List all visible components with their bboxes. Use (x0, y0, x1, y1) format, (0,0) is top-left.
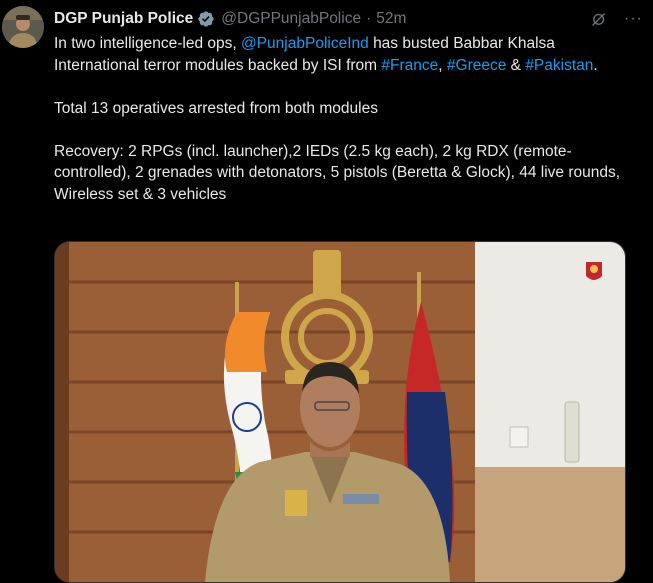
author-handle[interactable]: @DGPPunjabPolice (221, 10, 361, 28)
author-avatar[interactable] (2, 6, 44, 48)
tweet-header: DGP Punjab Police @DGPPunjabPolice · 52m… (54, 9, 643, 29)
video-frame-image (55, 242, 625, 582)
tweet-timestamp[interactable]: 52m (376, 10, 406, 28)
comma: , (438, 56, 443, 74)
tweet-text: In two intelligence-led ops, @PunjabPoli… (54, 33, 639, 205)
tweet-video[interactable] (54, 241, 626, 583)
author-name[interactable]: DGP Punjab Police (54, 10, 193, 28)
hashtag-greece[interactable]: #Greece (447, 57, 506, 74)
tweet-text-arrests: Total 13 operatives arrested from both m… (54, 99, 378, 117)
tweet-text-recovery: Recovery: 2 RPGs (incl. launcher),2 IEDs… (54, 142, 621, 203)
ampersand: & (510, 56, 521, 74)
hashtag-pakistan[interactable]: #Pakistan (525, 57, 593, 74)
grok-icon[interactable] (590, 10, 608, 28)
period: . (593, 56, 598, 74)
separator-dot: · (366, 10, 372, 27)
more-options-icon[interactable]: ··· (624, 10, 643, 28)
verified-badge-icon[interactable] (197, 10, 215, 28)
mention-link[interactable]: @PunjabPoliceInd (241, 35, 369, 52)
tweet-text-intro: In two intelligence-led ops, (54, 35, 237, 52)
hashtag-france[interactable]: #France (381, 57, 438, 74)
